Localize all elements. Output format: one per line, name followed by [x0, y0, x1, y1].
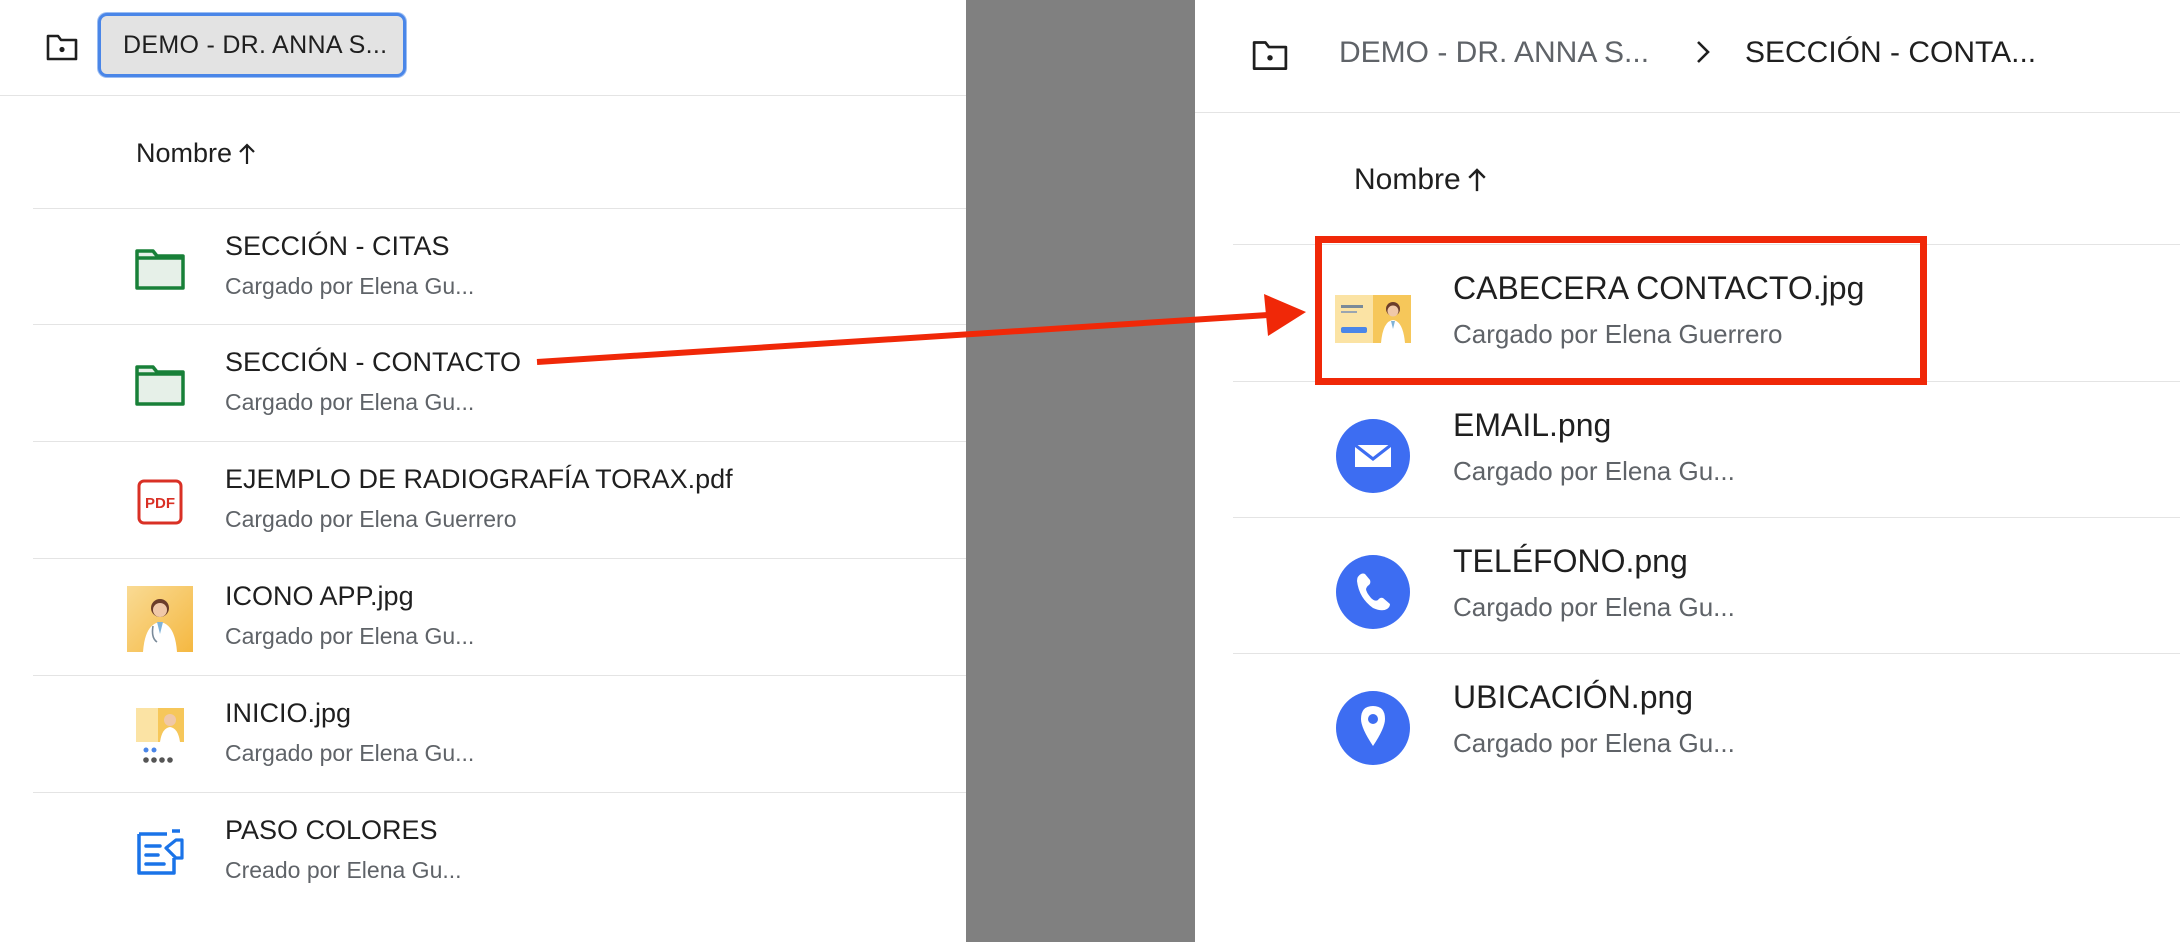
divider-gap — [966, 0, 1195, 942]
folder-icon — [125, 241, 195, 297]
pdf-icon: PDF — [125, 474, 195, 530]
breadcrumb-root[interactable]: DEMO - DR. ANNA S... — [1339, 36, 1649, 70]
breadcrumb-current[interactable]: SECCIÓN - CONTA... — [1745, 36, 2036, 70]
image-thumbnail — [125, 708, 195, 764]
sort-by-name-header[interactable]: Nombre — [136, 138, 256, 169]
file-row-inicio[interactable]: INICIO.jpg Cargado por Elena Gu... — [33, 675, 966, 792]
sort-by-name-header[interactable]: Nombre — [1354, 163, 1487, 197]
file-name: EJEMPLO DE RADIOGRAFÍA TORAX.pdf — [225, 464, 733, 494]
file-owner: Creado por Elena Gu... — [225, 857, 462, 883]
breadcrumb-root[interactable]: DEMO - DR. ANNA S... — [98, 13, 406, 77]
file-row-icono-app[interactable]: ICONO APP.jpg Cargado por Elena Gu... — [33, 558, 966, 675]
highlight-box — [1315, 236, 1927, 385]
file-name: TELÉFONO.png — [1453, 543, 1688, 579]
left-header-bar: DEMO - DR. ANNA S... — [0, 0, 966, 96]
file-name: EMAIL.png — [1453, 407, 1612, 443]
arrow-up-icon — [239, 142, 255, 164]
file-row-telefono[interactable]: TELÉFONO.png Cargado por Elena Gu... — [1233, 517, 2180, 653]
file-row-radiografia-pdf[interactable]: PDF EJEMPLO DE RADIOGRAFÍA TORAX.pdf Car… — [33, 441, 966, 558]
file-row-ubicacion[interactable]: UBICACIÓN.png Cargado por Elena Gu... — [1233, 653, 2180, 789]
file-row-email[interactable]: EMAIL.png Cargado por Elena Gu... — [1233, 381, 2180, 517]
file-name: PASO COLORES — [225, 815, 438, 845]
file-row-seccion-citas[interactable]: SECCIÓN - CITAS Cargado por Elena Gu... — [33, 208, 966, 325]
right-panel: DEMO - DR. ANNA S... SECCIÓN - CONTA... … — [1195, 0, 2180, 942]
file-row-paso-colores[interactable]: PASO COLORES Creado por Elena Gu... — [33, 792, 966, 909]
file-owner: Cargado por Elena Gu... — [1453, 592, 1735, 622]
phone-icon — [1333, 552, 1413, 632]
folder-nav-icon[interactable] — [1250, 35, 1290, 75]
file-name: ICONO APP.jpg — [225, 581, 414, 611]
folder-nav-icon[interactable] — [42, 27, 82, 67]
file-owner: Cargado por Elena Gu... — [225, 273, 475, 299]
file-owner: Cargado por Elena Guerrero — [225, 506, 517, 532]
right-header-bar: DEMO - DR. ANNA S... SECCIÓN - CONTA... — [1195, 0, 2180, 113]
pdf-icon-label: PDF — [145, 495, 175, 512]
left-panel: DEMO - DR. ANNA S... Nombre SECCIÓN - CI… — [0, 0, 966, 942]
file-name: SECCIÓN - CONTACTO — [225, 347, 522, 377]
file-name: SECCIÓN - CITAS — [225, 231, 450, 261]
column-header-label: Nombre — [136, 138, 233, 168]
file-owner: Cargado por Elena Gu... — [1453, 456, 1735, 486]
location-icon — [1333, 688, 1413, 768]
arrow-up-icon — [1468, 168, 1486, 192]
chevron-right-icon — [1692, 32, 1722, 72]
folder-icon — [125, 357, 195, 413]
file-owner: Cargado por Elena Gu... — [225, 623, 475, 649]
file-name: INICIO.jpg — [225, 698, 352, 728]
file-row-seccion-contacto[interactable]: SECCIÓN - CONTACTO Cargado por Elena Gu.… — [33, 324, 966, 441]
file-owner: Cargado por Elena Gu... — [1453, 728, 1735, 758]
file-owner: Cargado por Elena Gu... — [225, 389, 475, 415]
email-icon — [1333, 416, 1413, 496]
file-owner: Cargado por Elena Gu... — [225, 740, 475, 766]
file-name: UBICACIÓN.png — [1453, 679, 1694, 715]
column-header-label: Nombre — [1354, 163, 1461, 196]
image-thumbnail — [125, 586, 195, 652]
form-icon — [125, 825, 195, 881]
